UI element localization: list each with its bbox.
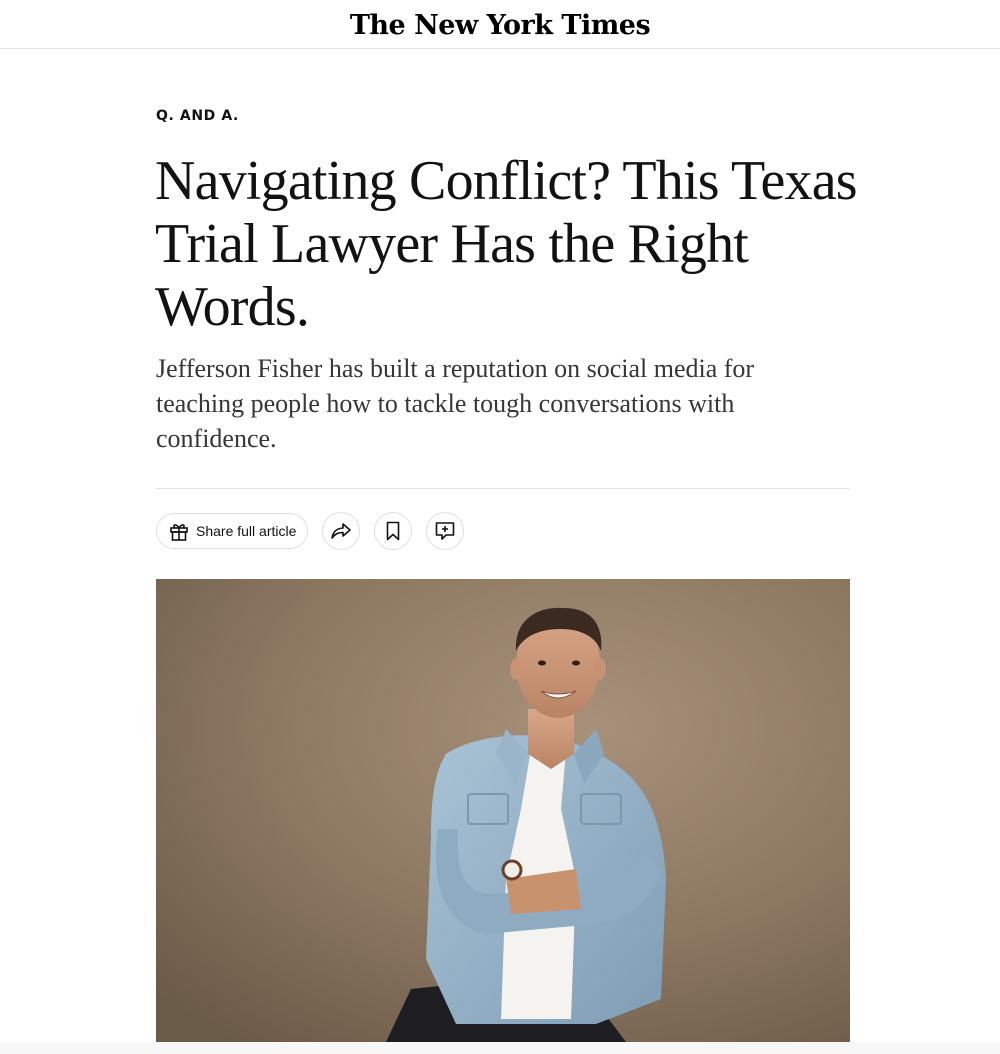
comments-button[interactable] (426, 512, 465, 550)
article-summary: Jefferson Fisher has built a reputation … (156, 354, 755, 453)
nyt-logo[interactable]: The New York Times (350, 10, 651, 41)
share-toolbar: Share full article (156, 512, 478, 550)
share-arrow-icon (330, 521, 352, 541)
comment-icon (434, 520, 456, 542)
save-button[interactable] (374, 512, 413, 550)
masthead: The New York Times (0, 0, 1000, 49)
hero-image (156, 579, 850, 1042)
article-kicker[interactable]: Q. AND A. (156, 108, 239, 124)
article-headline: Navigating Conflict? This Texas Trial La… (155, 150, 858, 338)
portrait-photo (156, 579, 850, 1042)
divider (156, 488, 850, 489)
page-bottom-strip (0, 1042, 1000, 1054)
share-button[interactable] (322, 512, 361, 550)
bookmark-icon (385, 521, 401, 541)
share-full-article-button[interactable]: Share full article (156, 513, 309, 549)
gift-icon (168, 520, 190, 542)
share-full-article-label: Share full article (196, 523, 297, 539)
